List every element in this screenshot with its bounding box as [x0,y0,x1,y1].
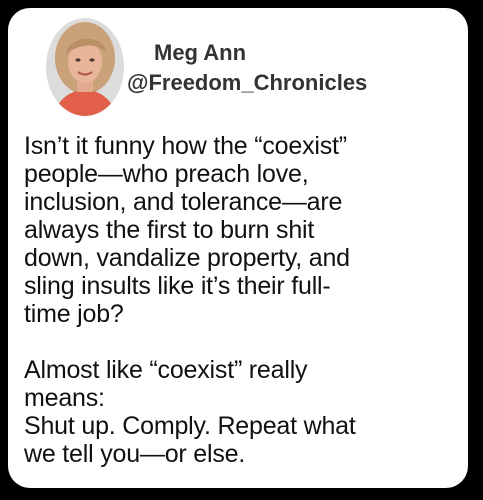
paragraph-break [24,328,468,356]
profile-photo-icon [46,18,124,116]
author-handle[interactable]: @Freedom_Chronicles [127,70,367,96]
post-text-line: sling insults like it’s their full- [24,272,331,300]
post-text-line: we tell you—or else. [24,440,246,468]
post-text-line: Isn’t it funny how the “coexist” [24,132,347,160]
post-text-line: time job? [24,300,124,328]
post-text-line: means: [24,384,105,412]
post-text-line: inclusion, and tolerance—are [24,188,343,216]
author-name[interactable]: Meg Ann [154,40,246,66]
post-card: Meg Ann @Freedom_Chronicles Isn’t it fun… [8,8,468,488]
post-text: Isn’t it funny how the “coexist” people—… [24,132,468,468]
post-text-line: Shut up. Comply. Repeat what [24,412,356,440]
post-text-line: people—who preach love, [24,160,309,188]
screenshot-frame: Meg Ann @Freedom_Chronicles Isn’t it fun… [0,0,483,500]
post-text-line: down, vandalize property, and [24,244,350,272]
post-text-line: always the first to burn shit [24,216,315,244]
post-text-line: Almost like “coexist” really [24,356,308,384]
author-avatar[interactable] [46,18,124,116]
